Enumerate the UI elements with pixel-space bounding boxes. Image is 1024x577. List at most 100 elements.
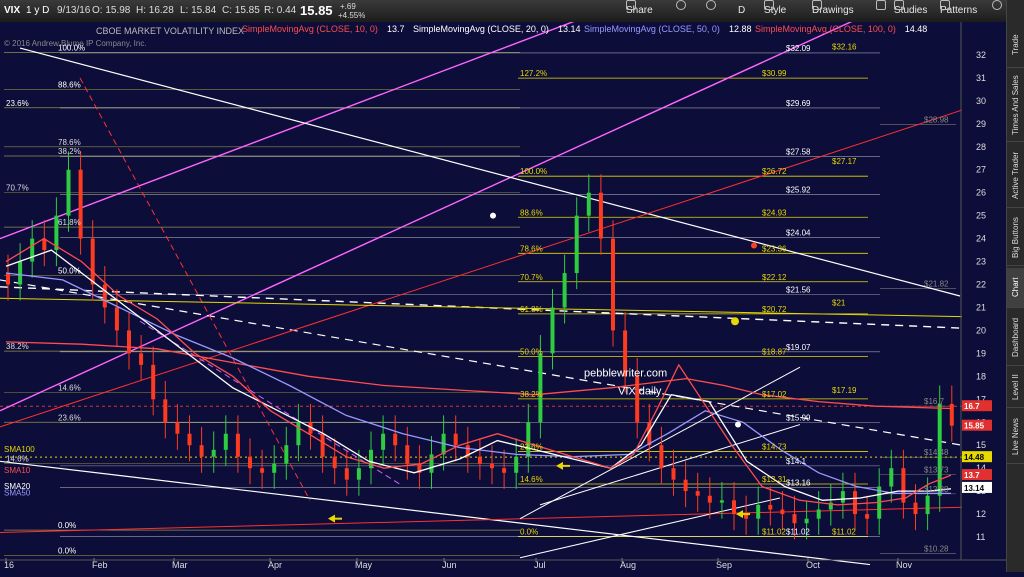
candle-body — [804, 518, 809, 524]
fib-left-label: 88.6% — [58, 80, 81, 89]
candle-body — [514, 456, 519, 473]
candle-body — [90, 238, 95, 285]
price-badge-label: 14.48 — [964, 453, 985, 462]
fib-left-label: 61.8% — [58, 218, 81, 227]
watermark-site: pebblewriter.com — [584, 367, 667, 379]
drawings-button[interactable]: Drawings — [812, 0, 854, 22]
candle-body — [695, 491, 700, 496]
y-tick-label: 24 — [976, 234, 986, 244]
style-button[interactable]: Style — [764, 0, 786, 22]
fib-right-pct: 88.6% — [520, 208, 543, 217]
vix-chart[interactable]: CBOE MARKET VOLATILITY INDEX© 2016 Andre… — [0, 3, 1006, 572]
fib-right-pct: 38.2% — [520, 390, 543, 399]
studies-icon — [894, 0, 904, 10]
tab-live-news[interactable]: Live News — [1007, 410, 1024, 464]
candle-body — [756, 504, 761, 519]
range-label: R: 0.44 — [264, 5, 297, 16]
tab-chart[interactable]: Chart — [1007, 268, 1024, 308]
fib-right-pct: 78.6% — [520, 244, 543, 253]
tab-level-ii[interactable]: Level II — [1007, 368, 1024, 408]
level-white-value: $32.09 — [786, 44, 811, 53]
tab-dashboard[interactable]: Dashboard — [1007, 310, 1024, 366]
candle-body — [332, 456, 337, 469]
candle-body — [889, 468, 894, 487]
candle-body — [586, 192, 591, 216]
patterns-button[interactable]: Patterns — [940, 0, 977, 22]
studies-button[interactable]: Studies — [894, 0, 927, 22]
candle-body — [562, 273, 567, 308]
candle-body — [296, 422, 301, 446]
fib-right-value: $30.99 — [762, 69, 787, 78]
candle-body — [223, 433, 228, 450]
study-value: 13.7 — [387, 24, 405, 34]
candle-body — [248, 456, 252, 469]
study-label: SimpleMovingAvg (CLOSE, 10, 0) — [242, 24, 378, 34]
level-white-value: $24.04 — [786, 229, 811, 238]
tab-active-trader[interactable]: Active Trader — [1007, 144, 1024, 208]
last-price: 15.85 — [300, 3, 333, 18]
fib-right-value: $11.02 — [762, 528, 786, 537]
candle-body — [574, 215, 579, 274]
share-button[interactable]: Share — [626, 0, 653, 22]
y-tick-label: 25 — [976, 211, 986, 221]
level-gray-value: $16.7 — [924, 397, 945, 406]
candle-body — [925, 495, 930, 515]
fib-right-value: $18.87 — [762, 347, 787, 356]
period-label[interactable]: 1 y D — [26, 0, 49, 22]
ma-label: SMA50 — [4, 489, 31, 498]
marker-dot — [735, 421, 741, 428]
candle-body — [659, 445, 664, 469]
y-tick-label: 20 — [976, 325, 986, 335]
candle-body — [187, 433, 192, 446]
fib-right-pct: 70.7% — [520, 273, 543, 282]
level-white-value: $21.56 — [786, 286, 811, 295]
candle-body — [732, 500, 736, 515]
fib-left-label: 38.2% — [58, 147, 81, 156]
fib-left-label: 70.7% — [6, 184, 29, 193]
price-badge-label: 16.7 — [964, 402, 980, 411]
candle-body — [199, 445, 204, 457]
tab-times-and-sales[interactable]: Times And Sales — [1007, 70, 1024, 142]
fib-right-value: $26.72 — [762, 167, 787, 176]
fib-right-value: $17.02 — [762, 390, 787, 399]
fib-right-value: $14.73 — [762, 442, 787, 451]
candle-body — [405, 445, 410, 464]
symbol-label[interactable]: VIX — [4, 0, 20, 22]
candle-body — [78, 169, 83, 239]
chart-toolbar: VIX 1 y D 9/13/16 O: 15.98 H: 16.28 L: 1… — [0, 0, 1006, 23]
fib-right-pct: 0.0% — [520, 528, 538, 537]
level-white-value: $14.1 — [786, 457, 807, 466]
fib-right-value: $23.36 — [762, 244, 787, 253]
aggregation-button[interactable]: D — [738, 0, 745, 22]
candle-body — [550, 307, 555, 354]
candle-body — [211, 449, 216, 457]
candle-body — [538, 353, 543, 423]
candle-body — [272, 463, 277, 473]
candle-body — [913, 502, 918, 515]
candle-body — [490, 463, 494, 469]
candle-body — [949, 403, 954, 426]
fib-left-label: 23.6% — [6, 99, 29, 108]
candle-body — [66, 169, 71, 216]
candle-body — [611, 238, 615, 331]
tab-trade[interactable]: Trade — [1007, 22, 1024, 68]
tab-big-buttons[interactable]: Big Buttons — [1007, 210, 1024, 266]
y-tick-label: 21 — [976, 302, 986, 312]
fib-right-value: $24.93 — [762, 208, 787, 217]
level-yellow-value: $32.16 — [832, 42, 857, 51]
candle-body — [30, 238, 35, 262]
candle-body — [707, 495, 712, 503]
candle-body — [901, 468, 906, 503]
candle-body — [356, 468, 361, 480]
marker-dot — [751, 242, 757, 249]
fib-right-pct: 50.0% — [520, 347, 543, 356]
candle-body — [683, 479, 688, 492]
y-tick-label: 11 — [976, 532, 985, 542]
candle-body — [635, 376, 640, 423]
y-tick-label: 23 — [976, 257, 986, 267]
candle-body — [344, 468, 349, 480]
candle-body — [840, 491, 845, 503]
chart-area[interactable]: CBOE MARKET VOLATILITY INDEX © 2016 Andre… — [0, 3, 1006, 572]
share-icon — [626, 0, 636, 10]
study-label: SimpleMovingAvg (CLOSE, 20, 0) — [413, 24, 549, 34]
